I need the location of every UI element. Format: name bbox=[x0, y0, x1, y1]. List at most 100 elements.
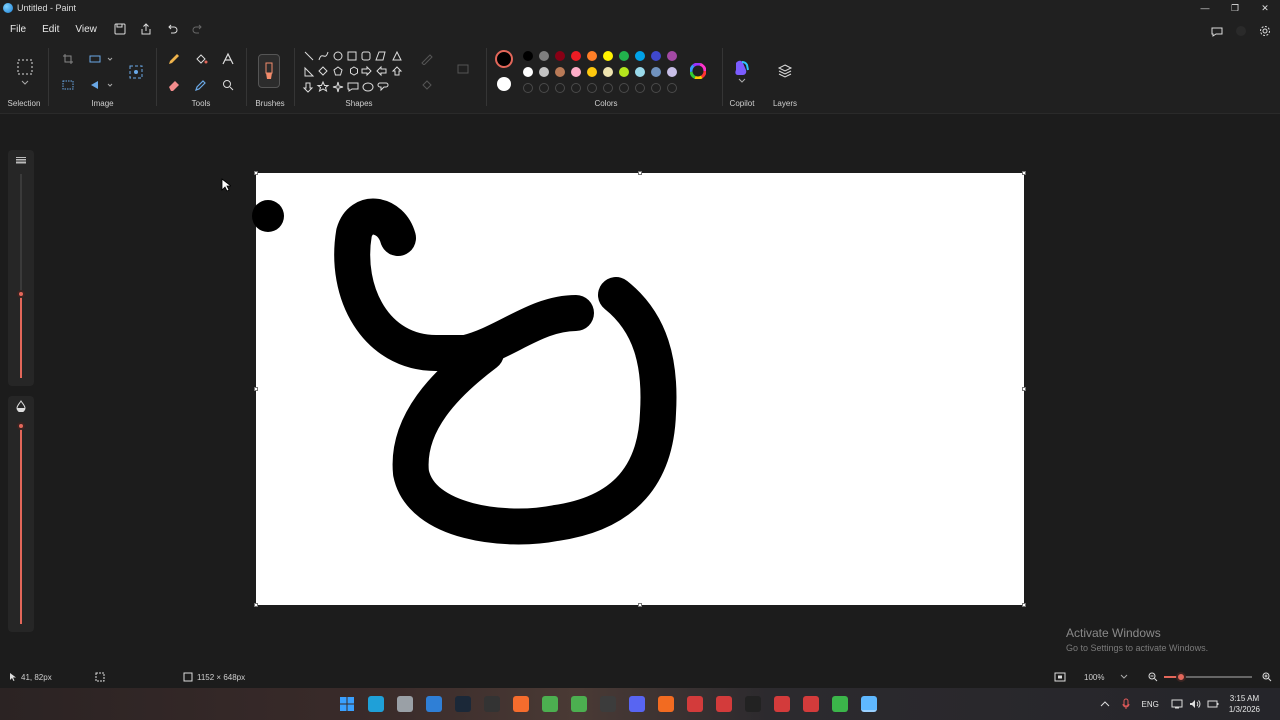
menu-file[interactable]: File bbox=[2, 24, 34, 35]
size-slider-thumb[interactable] bbox=[17, 290, 25, 298]
language-indicator[interactable]: ENG bbox=[1142, 700, 1159, 709]
save-button[interactable] bbox=[107, 18, 133, 40]
app-icon[interactable] bbox=[687, 696, 703, 712]
start-icon[interactable] bbox=[339, 696, 355, 712]
menu-view[interactable]: View bbox=[67, 24, 105, 35]
pencil-button[interactable] bbox=[165, 50, 183, 68]
custom-color-slot[interactable] bbox=[587, 83, 597, 93]
resize-handle-right[interactable] bbox=[1022, 387, 1026, 391]
account-button[interactable] bbox=[1232, 20, 1250, 42]
opacity-slider[interactable] bbox=[8, 396, 34, 632]
brush-size-slider[interactable] bbox=[8, 150, 34, 386]
obs-icon[interactable] bbox=[600, 696, 616, 712]
color-swatch[interactable] bbox=[539, 67, 549, 77]
color-swatch[interactable] bbox=[523, 67, 533, 77]
color-swatch[interactable] bbox=[571, 67, 581, 77]
microphone-icon[interactable] bbox=[1122, 698, 1130, 710]
custom-color-slot[interactable] bbox=[523, 83, 533, 93]
resize-handle-bottom-right[interactable] bbox=[1022, 603, 1026, 607]
origin-icon[interactable] bbox=[513, 696, 529, 712]
custom-color-slot[interactable] bbox=[651, 83, 661, 93]
color-picker-button[interactable] bbox=[192, 76, 210, 94]
fill-button[interactable] bbox=[192, 50, 210, 68]
redo-button[interactable] bbox=[185, 18, 211, 40]
network-icon[interactable] bbox=[1171, 699, 1183, 709]
clock[interactable]: 3:15 AM 1/3/2026 bbox=[1229, 693, 1260, 715]
adobe-icon[interactable] bbox=[658, 696, 674, 712]
feedback-button[interactable] bbox=[1208, 20, 1226, 42]
resize-handle-left[interactable] bbox=[254, 387, 258, 391]
crop-button[interactable] bbox=[59, 50, 77, 68]
opacity-slider-thumb[interactable] bbox=[17, 422, 25, 430]
color-swatch[interactable] bbox=[619, 67, 629, 77]
resize-handle-top-right[interactable] bbox=[1022, 171, 1026, 175]
color-swatch[interactable] bbox=[587, 67, 597, 77]
color-swatch[interactable] bbox=[603, 51, 613, 61]
color-swatch[interactable] bbox=[555, 67, 565, 77]
rotate-button[interactable] bbox=[86, 76, 116, 94]
color-swatch[interactable] bbox=[539, 51, 549, 61]
custom-color-slot[interactable] bbox=[635, 83, 645, 93]
copilot-dropdown[interactable] bbox=[737, 77, 747, 85]
custom-color-slot[interactable] bbox=[539, 83, 549, 93]
resize-handle-bottom-left[interactable] bbox=[254, 603, 258, 607]
steam-icon[interactable] bbox=[455, 696, 471, 712]
layers-button[interactable] bbox=[776, 62, 794, 80]
app-icon[interactable] bbox=[774, 696, 790, 712]
app-icon[interactable] bbox=[803, 696, 819, 712]
zoom-slider[interactable] bbox=[1164, 672, 1252, 682]
fit-to-window-icon[interactable] bbox=[1054, 672, 1066, 682]
resize-handle-top[interactable] bbox=[638, 171, 642, 175]
selection-dropdown[interactable] bbox=[19, 78, 31, 88]
edit-colors-button[interactable] bbox=[689, 62, 707, 80]
selection-tool-button[interactable] bbox=[15, 57, 35, 77]
color-swatch[interactable] bbox=[651, 67, 661, 77]
resize-button[interactable] bbox=[86, 50, 116, 68]
battery-icon[interactable] bbox=[1207, 699, 1219, 709]
magnifier-button[interactable] bbox=[219, 76, 237, 94]
custom-color-slot[interactable] bbox=[603, 83, 613, 93]
background-removal-button[interactable] bbox=[59, 76, 77, 94]
minimize-button[interactable]: — bbox=[1190, 0, 1220, 16]
resize-handle-top-left[interactable] bbox=[254, 171, 258, 175]
capcut-icon[interactable] bbox=[745, 696, 761, 712]
chrome-icon[interactable] bbox=[542, 696, 558, 712]
settings-button[interactable] bbox=[1256, 20, 1274, 42]
zoom-dropdown[interactable]: 100% bbox=[1076, 668, 1136, 686]
color-swatch[interactable] bbox=[619, 51, 629, 61]
zoom-out-icon[interactable] bbox=[1148, 672, 1158, 682]
chrome-icon[interactable] bbox=[571, 696, 587, 712]
zoom-in-icon[interactable] bbox=[1262, 672, 1272, 682]
discord-icon[interactable] bbox=[629, 696, 645, 712]
color-swatch[interactable] bbox=[635, 67, 645, 77]
close-button[interactable]: ✕ bbox=[1250, 0, 1280, 16]
epic-icon[interactable] bbox=[484, 696, 500, 712]
copilot-button[interactable] bbox=[732, 58, 752, 78]
zoom-slider-thumb[interactable] bbox=[1176, 672, 1186, 682]
custom-color-slot[interactable] bbox=[555, 83, 565, 93]
color-swatch[interactable] bbox=[651, 51, 661, 61]
custom-color-slot[interactable] bbox=[619, 83, 629, 93]
share-button[interactable] bbox=[133, 18, 159, 40]
edge-icon[interactable] bbox=[368, 696, 384, 712]
store-icon[interactable] bbox=[426, 696, 442, 712]
color-swatch[interactable] bbox=[667, 67, 677, 77]
xbox-icon[interactable] bbox=[832, 696, 848, 712]
shapes-gallery[interactable] bbox=[302, 48, 412, 102]
image-generator-button[interactable] bbox=[126, 62, 146, 82]
color-swatch[interactable] bbox=[555, 51, 565, 61]
undo-button[interactable] bbox=[159, 18, 185, 40]
paint-icon[interactable] bbox=[861, 696, 877, 712]
brushes-button[interactable] bbox=[258, 54, 280, 88]
restore-button[interactable]: ❐ bbox=[1220, 0, 1250, 16]
shape-outline-button[interactable] bbox=[418, 50, 436, 68]
volume-icon[interactable] bbox=[1189, 699, 1201, 709]
secondary-color[interactable] bbox=[497, 77, 511, 91]
custom-color-slot[interactable] bbox=[667, 83, 677, 93]
color-swatch[interactable] bbox=[571, 51, 581, 61]
app-icon[interactable] bbox=[716, 696, 732, 712]
color-swatch[interactable] bbox=[635, 51, 645, 61]
color-swatch[interactable] bbox=[587, 51, 597, 61]
color-swatch[interactable] bbox=[523, 51, 533, 61]
eraser-button[interactable] bbox=[165, 76, 183, 94]
